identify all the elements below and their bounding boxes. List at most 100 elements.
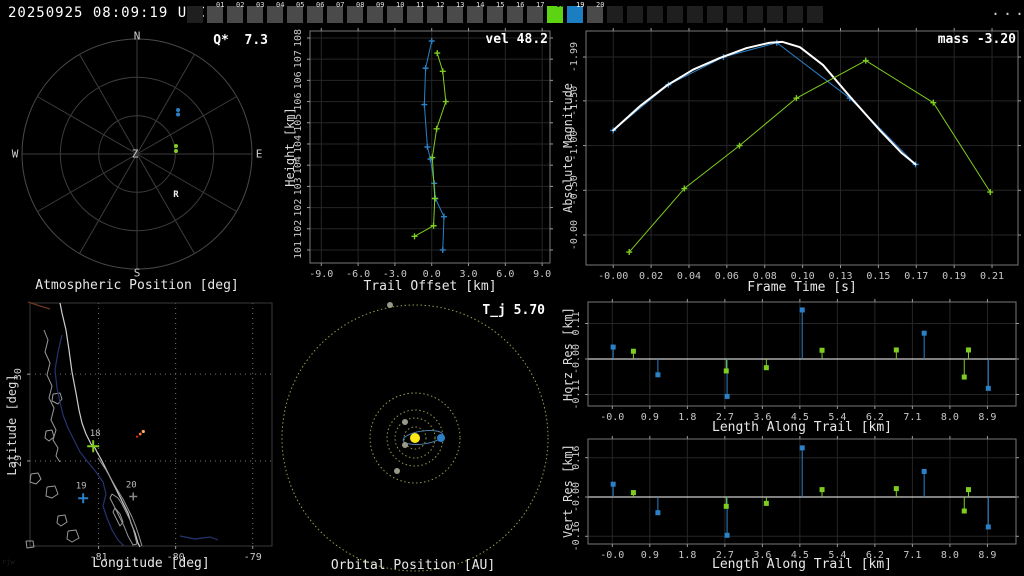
frame-tab-13[interactable]: 13: [447, 0, 467, 28]
vertical-residuals-panel: -0.00.91.82.73.64.55.46.27.18.08.90.16-0…: [560, 436, 1024, 576]
tick-label: 0.9: [641, 412, 659, 423]
frame-tab-empty[interactable]: [687, 0, 707, 28]
basemap-island-3: [57, 515, 67, 526]
frame-tab-09[interactable]: 09: [367, 0, 387, 28]
frame-tab-17[interactable]: 17: [527, 0, 547, 28]
frame-tab-07[interactable]: 07: [327, 0, 347, 28]
frame-tab-empty[interactable]: [707, 0, 727, 28]
orbit-title: Orbital Position [AU]: [331, 558, 495, 573]
frame-tab-number: 07: [336, 1, 344, 9]
compass-east-label: E: [256, 148, 263, 161]
frame-tab-empty[interactable]: [727, 0, 747, 28]
frame-tab-number: 15: [496, 1, 504, 9]
frame-tab-15[interactable]: 15: [487, 0, 507, 28]
atmos-title: Atmospheric Position [deg]: [35, 278, 239, 293]
atmospheric-position-panel: N E S W Z R Q* 7.3 Atmospheric Position …: [0, 28, 280, 298]
frame-tab-square: [687, 6, 703, 23]
light-curve-chart: -0.000.020.040.060.080.100.130.150.170.1…: [560, 28, 1024, 298]
frame-tab-square: [767, 6, 783, 23]
sky-point-site-19: [176, 113, 180, 117]
frame-tab-02[interactable]: 02: [227, 0, 247, 28]
trail-offset-chart: -9.0-6.0-3.00.03.06.09.01011021021031041…: [280, 28, 560, 298]
planet-dot: [387, 302, 393, 308]
frame-tab-04[interactable]: 04: [267, 0, 287, 28]
sun-dot: [410, 433, 420, 443]
basemap-island-4: [67, 530, 79, 542]
meteor-ground-track-dot: [139, 433, 142, 436]
tick-label: 0.04: [677, 271, 701, 282]
frame-tab-empty[interactable]: [667, 0, 687, 28]
frame-tab-01[interactable]: 01: [207, 0, 227, 28]
horz-length-axis-title: Length Along Trail [km]: [712, 420, 892, 435]
frame-tab-number: 01: [216, 1, 224, 9]
frame-tab-number: 18: [556, 1, 564, 9]
frame-tab-square: [787, 6, 803, 23]
horizontal-residuals-panel: -0.00.91.82.73.64.55.46.27.18.08.90.11-0…: [560, 298, 1024, 438]
sky-point-site-19: [176, 108, 180, 112]
frame-tab-18[interactable]: 18: [547, 0, 567, 28]
frame-tab-14[interactable]: 14: [467, 0, 487, 28]
tick-label: 0.06: [715, 271, 739, 282]
tick-label: 8.0: [941, 550, 959, 561]
frame-tab-08[interactable]: 08: [347, 0, 367, 28]
frame-tab-number: 17: [536, 1, 544, 9]
frame-tab-empty[interactable]: [747, 0, 767, 28]
frame-tab-empty[interactable]: [607, 0, 627, 28]
longitude-axis-title: Longitude [deg]: [92, 556, 209, 571]
height-axis-label: Height [km]: [283, 107, 297, 186]
tick-label: 0.9: [641, 550, 659, 561]
velocity-stat: vel 48.2: [485, 32, 548, 47]
station-label-18: 18: [90, 429, 101, 439]
trail-offset-panel: -9.0-6.0-3.00.03.06.09.01011021021031041…: [280, 28, 560, 298]
tick-label: -0.0: [600, 412, 624, 423]
basemap-river-south: [180, 536, 218, 540]
frame-tab-number: 16: [516, 1, 524, 9]
planet-dot: [402, 442, 408, 448]
utc-timestamp: 20250925 08:09:19 UTC: [8, 5, 206, 21]
frame-tab-square: [707, 6, 723, 23]
frame-tab-square: [187, 6, 203, 23]
tick-label: 8.9: [978, 550, 996, 561]
frame-tab-05[interactable]: 05: [287, 0, 307, 28]
tick-label: 9.0: [533, 269, 551, 280]
frame-tab-empty[interactable]: [787, 0, 807, 28]
frame-tab-16[interactable]: 16: [507, 0, 527, 28]
trail-offset-axis-title: Trail Offset [km]: [363, 279, 496, 294]
frame-tab-06[interactable]: 06: [307, 0, 327, 28]
basemap-island-2: [46, 486, 58, 498]
overflow-dots[interactable]: ...: [991, 1, 1024, 19]
horizontal-residuals-chart: -0.00.91.82.73.64.55.46.27.18.08.90.11-0…: [560, 298, 1024, 438]
frame-tab-square: [727, 6, 743, 23]
station-marker-19: [78, 493, 88, 503]
basemap-inland-ridge: [44, 330, 60, 462]
frame-tab-number: 11: [416, 1, 424, 9]
frame-tab-empty[interactable]: [627, 0, 647, 28]
meteor-ground-track-dot: [142, 430, 145, 433]
frame-tab-03[interactable]: 03: [247, 0, 267, 28]
frame-tab-empty[interactable]: [647, 0, 667, 28]
frame-tab-number: 19: [576, 1, 584, 9]
station-label-19: 19: [76, 481, 87, 491]
frame-tab-number: 02: [236, 1, 244, 9]
frame-tab-number: 14: [476, 1, 484, 9]
frame-tab-12[interactable]: 12: [427, 0, 447, 28]
tick-label: 7.1: [903, 412, 921, 423]
q-star-stat: Q* 7.3: [213, 33, 268, 48]
frame-tab-19[interactable]: 19: [567, 0, 587, 28]
basemap-cape-inner: [113, 508, 123, 526]
frame-tab-empty[interactable]: [767, 0, 787, 28]
basemap-lake-b: [45, 430, 54, 441]
tick-label: 7.1: [903, 550, 921, 561]
frame-tab-empty[interactable]: [187, 0, 207, 28]
frame-tab-square: [747, 6, 763, 23]
station-marker-18: [87, 440, 99, 452]
frame-tab-number: 12: [436, 1, 444, 9]
frame-tab-square: [647, 6, 663, 23]
compass-north-label: N: [134, 30, 141, 43]
frame-tab-empty[interactable]: [807, 0, 827, 28]
frame-tab-11[interactable]: 11: [407, 0, 427, 28]
frame-tab-10[interactable]: 10: [387, 0, 407, 28]
meteor-tracking-app: 20250925 08:09:19 UTC 01 0203040506 070809…: [0, 0, 1024, 576]
frame-tab-square: [607, 6, 623, 23]
frame-tab-20[interactable]: 20: [587, 0, 607, 28]
